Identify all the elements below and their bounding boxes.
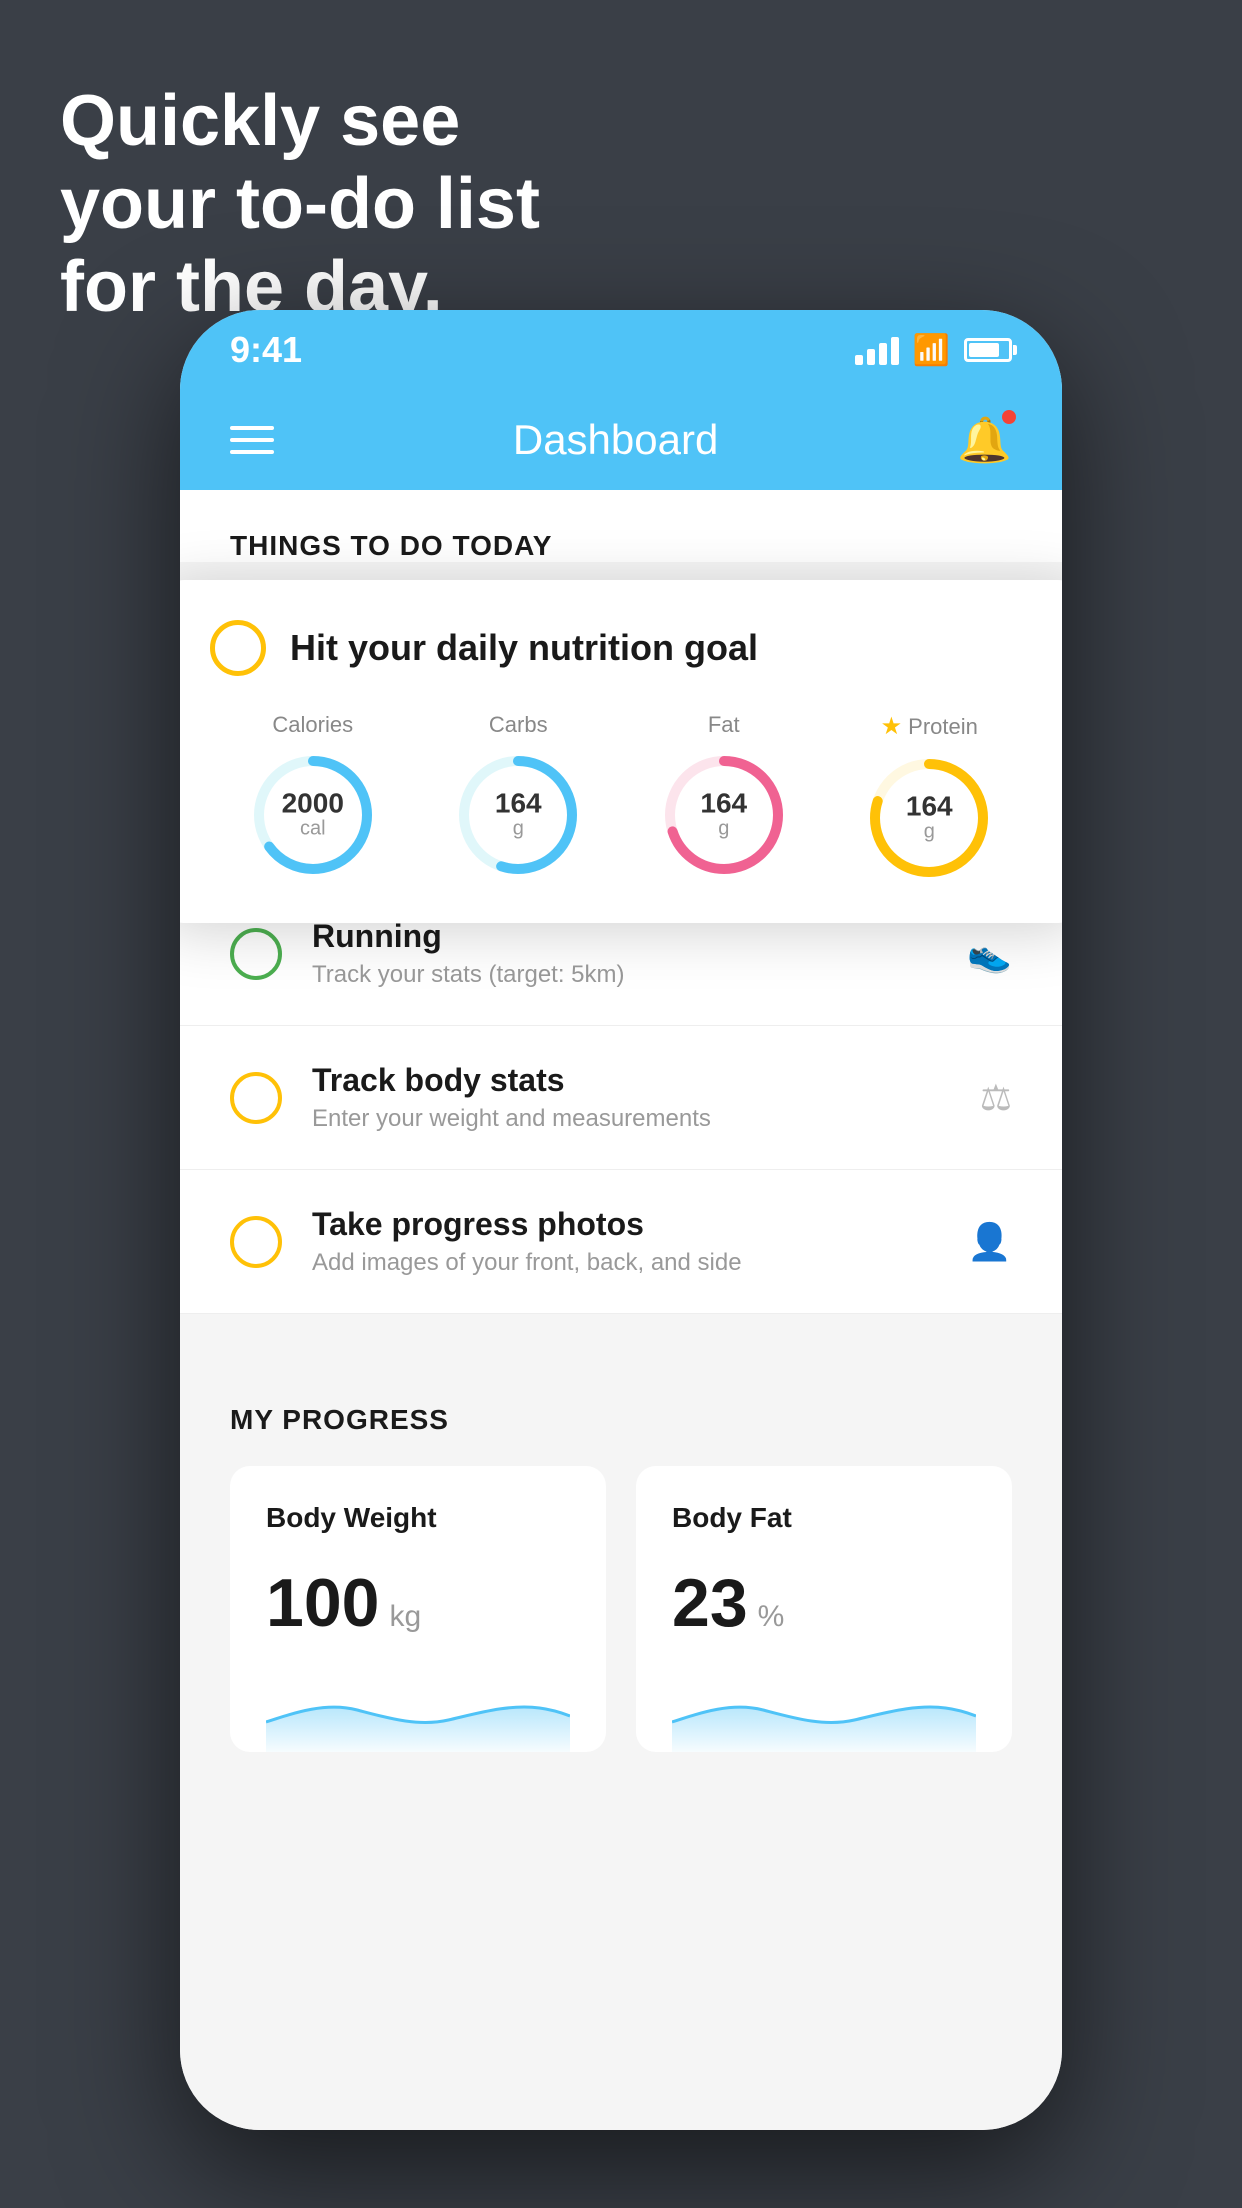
- hamburger-menu[interactable]: [230, 426, 274, 454]
- headline-line1: Quickly see: [60, 80, 540, 163]
- nutrition-item-calories: Calories 2000 cal: [248, 712, 378, 880]
- circle-unit-calories: cal: [300, 818, 326, 840]
- circle-center-protein: 164 g: [906, 793, 953, 844]
- todo-item[interactable]: Take progress photos Add images of your …: [180, 1170, 1062, 1314]
- content-area: THINGS TO DO TODAY Hit your daily nutrit…: [180, 490, 1062, 2130]
- nutrition-item-protein: ★Protein 164 g: [864, 712, 994, 883]
- circle-value-carbs: 164: [495, 790, 542, 818]
- circle-fat: 164 g: [659, 750, 789, 880]
- circle-center-fat: 164 g: [700, 790, 747, 841]
- things-today-title: THINGS TO DO TODAY: [230, 530, 1012, 562]
- todo-subtitle: Enter your weight and measurements: [312, 1105, 711, 1133]
- circle-unit-fat: g: [718, 818, 729, 840]
- wifi-icon: 📶: [913, 333, 950, 368]
- nutrition-item-fat: Fat 164 g: [659, 712, 789, 880]
- notification-dot: [1002, 410, 1016, 424]
- status-time: 9:41: [230, 329, 302, 371]
- circle-value-protein: 164: [906, 793, 953, 821]
- todo-subtitle: Track your stats (target: 5km): [312, 961, 625, 989]
- todo-checkbox[interactable]: [230, 1216, 282, 1268]
- todo-title: Track body stats: [312, 1062, 711, 1099]
- todo-action-icon: ⚖: [980, 1077, 1012, 1119]
- things-today-section: THINGS TO DO TODAY Hit your daily nutrit…: [180, 490, 1062, 562]
- notification-bell-icon[interactable]: 🔔: [957, 414, 1012, 466]
- nutrition-item-carbs: Carbs 164 g: [453, 712, 583, 880]
- circle-carbs: 164 g: [453, 750, 583, 880]
- wave-chart: [266, 1672, 570, 1752]
- nutrition-label-protein: ★Protein: [881, 712, 978, 741]
- todo-title: Running: [312, 918, 625, 955]
- nutrition-label-fat: Fat: [708, 712, 740, 738]
- circle-protein: 164 g: [864, 753, 994, 883]
- progress-value: 100 kg: [266, 1564, 570, 1642]
- progress-cards: Body Weight 100 kg Body Fat 23 %: [230, 1466, 1012, 1752]
- status-bar: 9:41 📶: [180, 310, 1062, 390]
- progress-number: 23: [672, 1564, 748, 1642]
- progress-card-body-weight[interactable]: Body Weight 100 kg: [230, 1466, 606, 1752]
- phone-frame: 9:41 📶 Dashboard 🔔 THINGS TO DO TODAY: [180, 310, 1062, 2130]
- todo-item[interactable]: Track body stats Enter your weight and m…: [180, 1026, 1062, 1170]
- todo-text: Take progress photos Add images of your …: [312, 1206, 742, 1277]
- headline: Quickly see your to-do list for the day.: [60, 80, 540, 328]
- nutrition-card-title: Hit your daily nutrition goal: [290, 627, 758, 669]
- star-icon: ★: [881, 712, 903, 741]
- progress-unit: kg: [389, 1600, 421, 1634]
- circle-unit-protein: g: [924, 821, 935, 843]
- circle-unit-carbs: g: [513, 818, 524, 840]
- progress-section: MY PROGRESS Body Weight 100 kg Body: [180, 1354, 1062, 1752]
- circle-value-calories: 2000: [282, 790, 344, 818]
- circle-value-fat: 164: [700, 790, 747, 818]
- progress-value: 23 %: [672, 1564, 976, 1642]
- todo-title: Take progress photos: [312, 1206, 742, 1243]
- todo-checkbox[interactable]: [230, 928, 282, 980]
- signal-icon: [855, 335, 899, 365]
- headline-line2: your to-do list: [60, 163, 540, 246]
- circle-calories: 2000 cal: [248, 750, 378, 880]
- nutrition-card-header: Hit your daily nutrition goal: [210, 620, 1032, 676]
- circle-center-carbs: 164 g: [495, 790, 542, 841]
- progress-card-title: Body Weight: [266, 1502, 570, 1534]
- nutrition-check-circle[interactable]: [210, 620, 266, 676]
- circle-center-calories: 2000 cal: [282, 790, 344, 841]
- todo-subtitle: Add images of your front, back, and side: [312, 1249, 742, 1277]
- progress-title: MY PROGRESS: [230, 1404, 1012, 1436]
- nutrition-label-carbs: Carbs: [489, 712, 548, 738]
- todo-text: Track body stats Enter your weight and m…: [312, 1062, 711, 1133]
- progress-number: 100: [266, 1564, 379, 1642]
- progress-card-body-fat[interactable]: Body Fat 23 %: [636, 1466, 1012, 1752]
- nav-bar: Dashboard 🔔: [180, 390, 1062, 490]
- todo-list: Running Track your stats (target: 5km) 👟…: [180, 882, 1062, 1314]
- nutrition-card: Hit your daily nutrition goal Calories 2…: [180, 580, 1062, 923]
- battery-icon: [964, 338, 1012, 362]
- todo-checkbox[interactable]: [230, 1072, 282, 1124]
- todo-text: Running Track your stats (target: 5km): [312, 918, 625, 989]
- wave-chart: [672, 1672, 976, 1752]
- nav-title: Dashboard: [513, 416, 718, 464]
- todo-action-icon: 👤: [967, 1221, 1012, 1263]
- todo-action-icon: 👟: [967, 933, 1012, 975]
- progress-unit: %: [758, 1600, 785, 1634]
- progress-card-title: Body Fat: [672, 1502, 976, 1534]
- status-icons: 📶: [855, 333, 1012, 368]
- nutrition-label-calories: Calories: [272, 712, 353, 738]
- nutrition-circles: Calories 2000 cal Carbs 164 g Fat 164 g …: [210, 712, 1032, 883]
